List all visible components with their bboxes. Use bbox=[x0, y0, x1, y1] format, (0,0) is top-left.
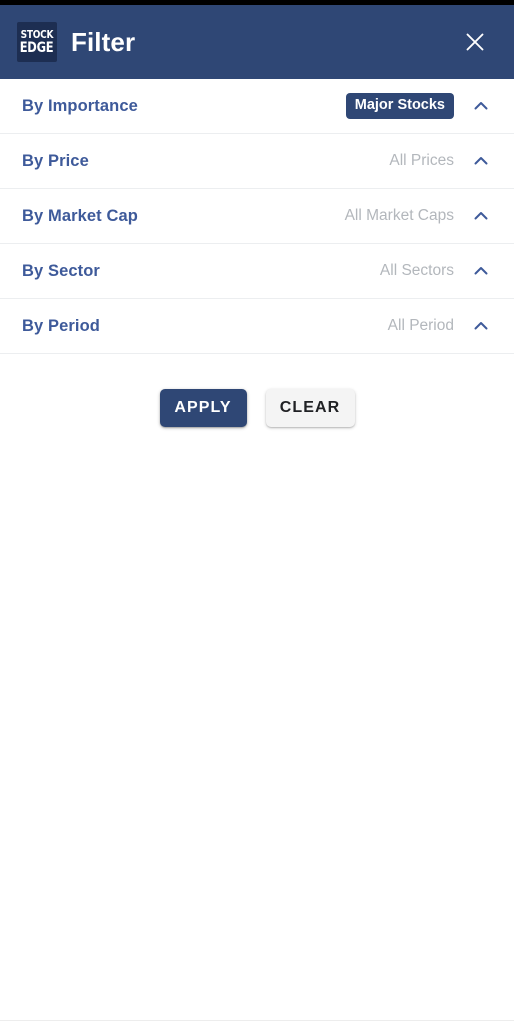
page-title: Filter bbox=[71, 27, 136, 57]
status-badge: Major Stocks bbox=[345, 92, 454, 120]
filter-screen: STOCK EDGE Filter By Importance Major St… bbox=[0, 0, 514, 1024]
logo-line-1: STOCK bbox=[20, 28, 54, 41]
chevron-toggle-by-period[interactable] bbox=[462, 307, 500, 345]
chevron-toggle-by-price[interactable] bbox=[462, 142, 500, 180]
stockedge-logo: STOCK EDGE bbox=[17, 22, 57, 62]
filter-row-by-period[interactable]: By Period All Period bbox=[0, 299, 514, 354]
logo-line-2: EDGE bbox=[20, 40, 54, 56]
close-button[interactable] bbox=[458, 25, 492, 59]
chevron-toggle-by-importance[interactable] bbox=[462, 87, 500, 125]
filter-label: By Market Cap bbox=[22, 206, 138, 225]
clear-button[interactable]: CLEAR bbox=[265, 389, 355, 427]
chevron-up-icon bbox=[474, 267, 488, 275]
filter-label: By Sector bbox=[22, 261, 100, 280]
bottom-divider bbox=[0, 1020, 514, 1021]
filter-row-by-sector[interactable]: By Sector All Sectors bbox=[0, 244, 514, 299]
chevron-up-icon bbox=[474, 212, 488, 220]
app-header: STOCK EDGE Filter bbox=[0, 5, 514, 79]
filter-row-by-importance[interactable]: By Importance Major Stocks bbox=[0, 79, 514, 134]
filter-value: All Sectors bbox=[379, 262, 454, 279]
chevron-toggle-by-sector[interactable] bbox=[462, 252, 500, 290]
action-bar: APPLY CLEAR bbox=[0, 389, 514, 427]
filter-value: All Prices bbox=[389, 152, 454, 169]
apply-button[interactable]: APPLY bbox=[159, 389, 247, 427]
chevron-up-icon bbox=[474, 157, 488, 165]
filter-list: By Importance Major Stocks By Price All … bbox=[0, 79, 514, 354]
chevron-up-icon bbox=[474, 102, 488, 110]
filter-label: By Importance bbox=[22, 96, 138, 115]
filter-row-by-price[interactable]: By Price All Prices bbox=[0, 134, 514, 189]
close-icon bbox=[466, 33, 484, 51]
filter-value: All Market Caps bbox=[344, 207, 454, 224]
filter-row-by-market-cap[interactable]: By Market Cap All Market Caps bbox=[0, 189, 514, 244]
filter-value: All Period bbox=[387, 317, 454, 334]
filter-label: By Period bbox=[22, 316, 100, 335]
filter-label: By Price bbox=[22, 151, 89, 170]
chevron-up-icon bbox=[474, 322, 488, 330]
chevron-toggle-by-market-cap[interactable] bbox=[462, 197, 500, 235]
